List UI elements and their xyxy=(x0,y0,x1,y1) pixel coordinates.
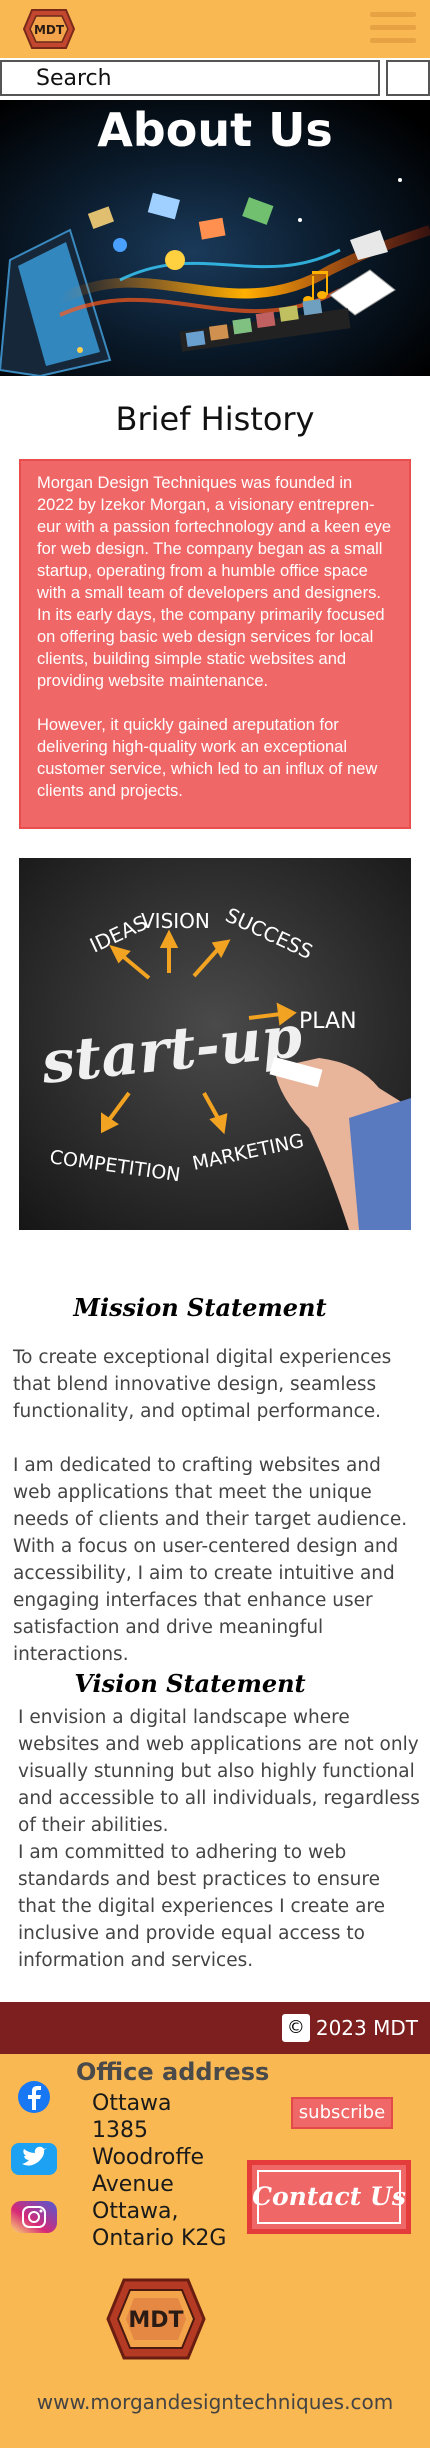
mission-paragraph-2: I am dedicated to crafting websites and … xyxy=(13,1455,408,1665)
instagram-icon[interactable] xyxy=(10,2200,57,2234)
address-line: Avenue xyxy=(92,2172,174,2197)
contact-us-button[interactable]: Contact Us xyxy=(247,2160,411,2234)
copyright-text: 2023 MDT xyxy=(315,2016,418,2040)
copyright-bar: © 2023 MDT xyxy=(0,2002,430,2054)
vision-statement-text: I envision a digital landscape where web… xyxy=(18,1704,423,1974)
copyright-icon: © xyxy=(281,2014,310,2042)
site-header: MDT xyxy=(0,0,430,58)
hamburger-menu-icon[interactable] xyxy=(370,12,416,48)
vision-paragraph-2: I am committed to adhering to web standa… xyxy=(18,1842,385,1971)
hero-banner: About Us xyxy=(0,100,430,376)
contact-us-label: Contact Us xyxy=(252,2182,406,2211)
office-address-title: Office address xyxy=(76,2058,270,2086)
plan-label: PLAN xyxy=(299,1009,357,1034)
logo-text: MDT xyxy=(34,23,65,37)
vision-statement-title: Vision Statement xyxy=(74,1669,306,1698)
history-paragraph-2: However, it quickly gained areputation f… xyxy=(37,716,378,800)
address-line: Ottawa xyxy=(92,2091,172,2116)
copyright: © 2023 MDT xyxy=(281,2014,418,2042)
website-link[interactable]: www.morgandesigntechniques.com xyxy=(0,2390,430,2414)
subscribe-button[interactable]: subscribe xyxy=(291,2097,393,2129)
office-address: Ottawa 1385 Woodroffe Avenue Ottawa, Ont… xyxy=(92,2090,242,2252)
mission-statement-title: Mission Statement xyxy=(73,1293,327,1322)
mission-statement-text: To create exceptional digital experience… xyxy=(13,1344,423,1695)
footer-logo-text: MDT xyxy=(128,2308,183,2333)
twitter-icon[interactable] xyxy=(10,2142,57,2176)
footer-mdt-logo[interactable]: MDT xyxy=(106,2276,206,2362)
search-input[interactable] xyxy=(0,60,380,96)
history-paragraph-1: Morgan Design Techniques was founded in … xyxy=(37,474,392,690)
mission-paragraph-1: To create exceptional digital experience… xyxy=(13,1347,392,1422)
page-title: About Us xyxy=(97,103,333,157)
address-line: Ontario K2G xyxy=(92,2226,227,2251)
mdt-logo[interactable]: MDT xyxy=(22,8,76,50)
address-line: Woodroffe xyxy=(92,2145,205,2170)
history-box: Morgan Design Techniques was founded in … xyxy=(19,459,411,829)
facebook-icon[interactable] xyxy=(16,2080,60,2114)
address-line: Ottawa, xyxy=(92,2199,179,2224)
address-line: 1385 xyxy=(92,2118,148,2143)
brief-history-title: Brief History xyxy=(115,400,315,438)
search-button[interactable] xyxy=(386,60,430,96)
vision-label: VISION xyxy=(141,909,210,933)
search-bar xyxy=(0,58,430,100)
vision-paragraph-1: I envision a digital landscape where web… xyxy=(18,1707,420,1836)
startup-image: IDEAS VISION SUCCESS PLAN start-up COMPE… xyxy=(19,858,411,1230)
